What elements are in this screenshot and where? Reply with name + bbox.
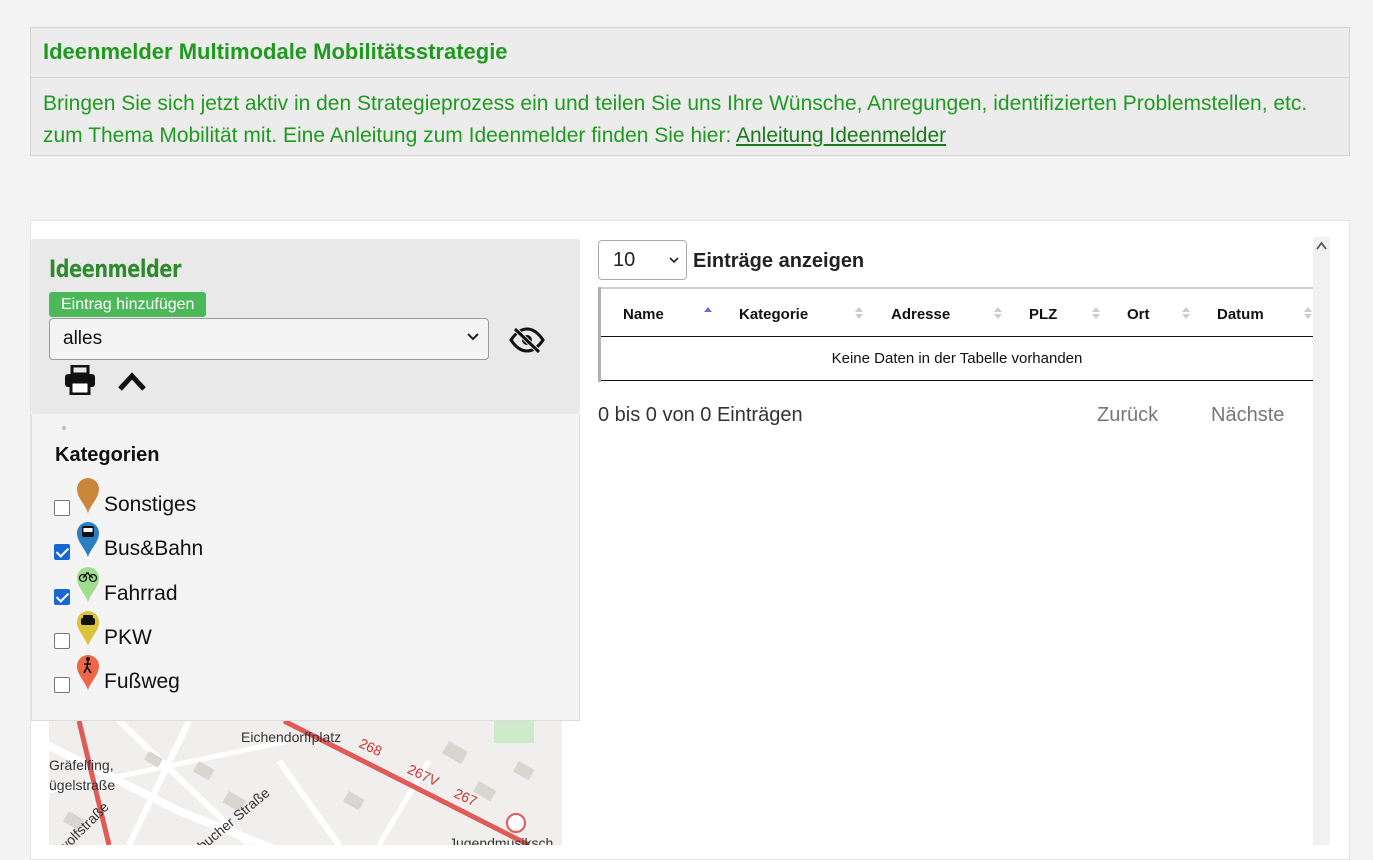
table-header-border — [601, 336, 1313, 337]
info-text-line2: zum Thema Mobilität mit. Eine Anleitung … — [43, 124, 736, 147]
sort-both-icon — [1092, 307, 1100, 319]
legend-title: Kategorien — [55, 444, 160, 466]
legend-label: PKW — [104, 626, 152, 649]
guide-link[interactable]: Anleitung Ideenmelder — [736, 124, 946, 147]
bus-marker-icon — [77, 522, 99, 557]
map-view[interactable]: Eichendorffplatz 268 267V 267 Gräfelfing… — [49, 721, 562, 845]
info-box: Ideenmelder Multimodale Mobilitätsstrate… — [30, 27, 1350, 156]
legend-label: Bus&Bahn — [104, 537, 204, 560]
checkbox-pkw[interactable] — [54, 633, 70, 649]
info-title: Ideenmelder Multimodale Mobilitätsstrate… — [31, 28, 1349, 78]
pedestrian-marker-icon — [77, 655, 99, 690]
legend-item-sonstiges[interactable]: Sonstiges — [54, 478, 354, 520]
info-text: Bringen Sie sich jetzt aktiv in den Stra… — [31, 78, 1349, 162]
checkbox-busbahn[interactable] — [54, 544, 70, 560]
map-label: Jugendmusiksch — [449, 835, 554, 845]
legend-item-fahrrad[interactable]: Fahrrad — [54, 567, 354, 609]
car-marker-icon — [77, 611, 99, 646]
categories-legend: Kategorien Sonstiges Bus&Bahn Fahrrad PK… — [31, 414, 580, 721]
map-label: Eichendorffplatz — [241, 729, 342, 745]
legend-item-fussweg[interactable]: Fußweg — [54, 655, 354, 697]
chevron-down-icon — [669, 257, 679, 264]
column-header-plz[interactable]: PLZ — [1029, 306, 1057, 323]
eye-slash-icon[interactable] — [509, 325, 545, 355]
table-bottom-border — [601, 380, 1313, 381]
legend-item-pkw[interactable]: PKW — [54, 611, 354, 653]
category-filter-select[interactable]: alles — [49, 318, 489, 360]
legend-dot — [62, 426, 66, 430]
add-entry-button[interactable]: Eintrag hinzufügen — [49, 292, 207, 317]
sort-both-icon — [994, 307, 1002, 319]
column-header-ort[interactable]: Ort — [1127, 306, 1150, 323]
next-page-button[interactable]: Nächste — [1211, 404, 1284, 427]
table-empty-message: Keine Daten in der Tabelle vorhanden — [831, 350, 1083, 367]
table-info: 0 bis 0 von 0 Einträgen — [598, 404, 803, 426]
info-text-line1: Bringen Sie sich jetzt aktiv in den Stra… — [43, 92, 1308, 115]
column-header-name[interactable]: Name — [623, 306, 664, 323]
ideenmelder-title: Ideenmelder — [49, 255, 182, 283]
scroll-up-icon[interactable] — [1316, 241, 1327, 250]
previous-page-button[interactable]: Zurück — [1097, 404, 1158, 427]
sort-both-icon — [855, 307, 863, 319]
sort-both-icon — [1182, 307, 1190, 319]
entries-length-value: 10 — [613, 249, 636, 271]
checkbox-fussweg[interactable] — [54, 677, 70, 693]
column-header-datum[interactable]: Datum — [1217, 306, 1264, 323]
ideenmelder-controls: Ideenmelder Eintrag hinzufügen alles — [31, 239, 580, 414]
data-table: Name Kategorie Adresse PLZ Ort Datum Kei… — [598, 287, 1316, 382]
entries-length-select[interactable]: 10 — [598, 240, 687, 280]
marker-pin-icon — [77, 478, 99, 513]
column-header-adresse[interactable]: Adresse — [891, 306, 950, 323]
map-label: ügelstraße — [49, 777, 116, 793]
checkbox-fahrrad[interactable] — [54, 589, 70, 605]
sort-asc-icon — [704, 307, 712, 312]
table-top-border — [601, 287, 1316, 289]
legend-label: Fußweg — [104, 670, 180, 693]
chevron-down-icon — [467, 333, 479, 341]
chevron-up-icon[interactable] — [117, 370, 147, 392]
bicycle-marker-icon — [77, 567, 99, 602]
column-header-kategorie[interactable]: Kategorie — [739, 306, 808, 323]
sort-both-icon — [1304, 307, 1312, 319]
print-icon[interactable] — [64, 365, 96, 395]
legend-label: Sonstiges — [104, 493, 197, 516]
category-filter-value: alles — [63, 328, 103, 349]
legend-label: Fahrrad — [104, 582, 178, 605]
entries-length-label: Einträge anzeigen — [693, 250, 865, 272]
vertical-scrollbar[interactable] — [1313, 237, 1330, 845]
map-label: Gräfelfing, — [49, 757, 114, 773]
checkbox-sonstiges[interactable] — [54, 500, 70, 516]
legend-item-busbahn[interactable]: Bus&Bahn — [54, 522, 354, 564]
